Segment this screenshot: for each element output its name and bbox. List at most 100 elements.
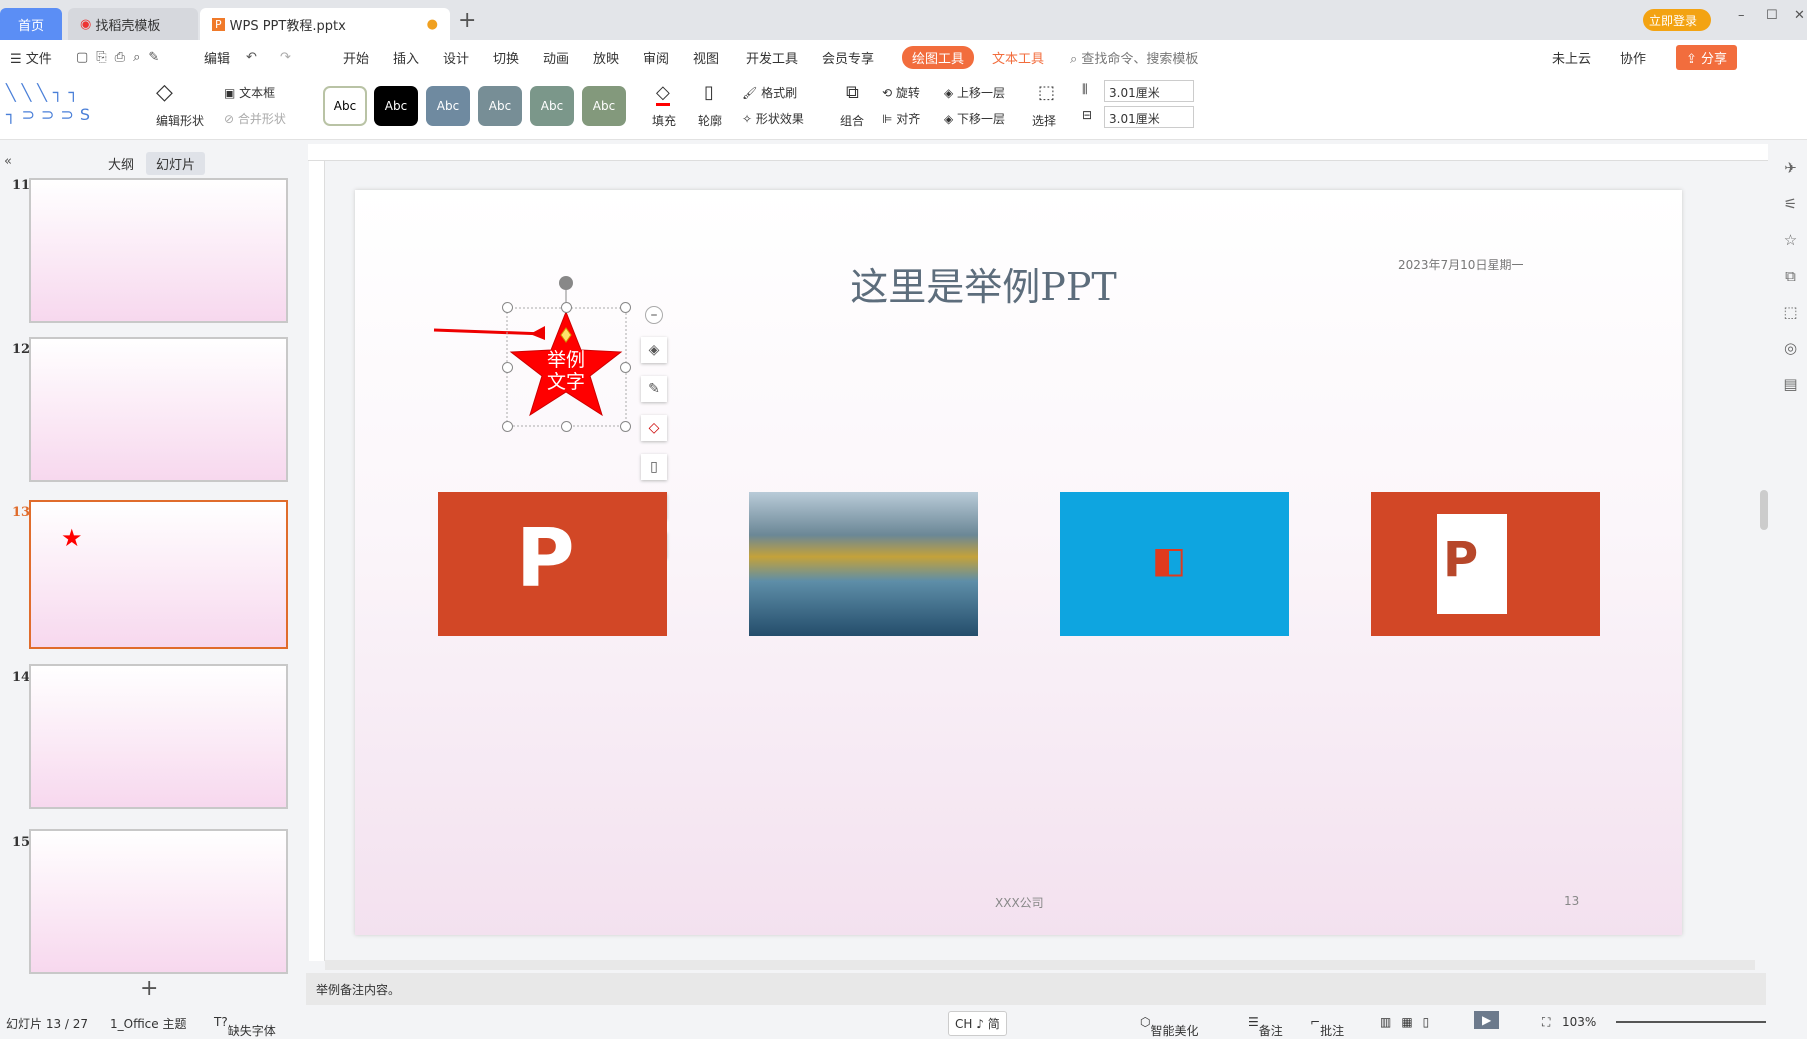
star-text-line1[interactable]: 举例 xyxy=(547,349,585,371)
shape-style-4[interactable]: Abc xyxy=(478,86,522,126)
shape-style-5[interactable]: Abc xyxy=(530,86,574,126)
align-button[interactable]: ⊫ 对齐 xyxy=(882,110,920,127)
image-powerpoint[interactable]: P xyxy=(1371,492,1600,636)
merge-shape-button[interactable]: ⊘ 合并形状 xyxy=(224,110,286,127)
resize-handle[interactable] xyxy=(620,421,631,432)
menu-start[interactable]: 开始 xyxy=(343,48,369,67)
slide-company[interactable]: XXX公司 xyxy=(995,894,1044,911)
menu-transition[interactable]: 切换 xyxy=(493,48,519,67)
resize-handle[interactable] xyxy=(620,302,631,313)
slide-thumbnail-14[interactable] xyxy=(29,664,288,809)
resize-handle[interactable] xyxy=(502,362,513,373)
tab-text-tools[interactable]: 文本工具 xyxy=(992,48,1044,67)
zoom-slider[interactable] xyxy=(1616,1021,1766,1023)
image-ppt-sketch[interactable]: P xyxy=(438,492,667,636)
resize-handle[interactable] xyxy=(502,302,513,313)
tab-slides[interactable]: 幻灯片 xyxy=(146,152,206,175)
format-painter-button[interactable]: 🖌 格式刷 xyxy=(742,84,797,101)
rotate-handle[interactable] xyxy=(559,276,573,290)
line-shapes-gallery[interactable]: ╲╲╲┐┐ ┐⊃⊃⊃S xyxy=(6,82,142,130)
redo-icon[interactable]: ↷ xyxy=(280,50,291,65)
cloud-status[interactable]: 未上云 xyxy=(1552,48,1591,67)
star-text-line2[interactable]: 文字 xyxy=(547,371,585,393)
play-slideshow-button[interactable]: ▶ xyxy=(1474,1011,1500,1029)
layers-icon[interactable]: ◈ xyxy=(641,337,667,363)
menu-developer[interactable]: 开发工具 xyxy=(746,48,798,67)
missing-font-button[interactable]: T? 缺失字体 xyxy=(214,1015,276,1038)
slide-thumbnail-12[interactable] xyxy=(29,337,288,482)
slide-thumbnail-13[interactable]: ★ xyxy=(29,500,288,649)
slide-thumbnail-11[interactable] xyxy=(29,178,288,323)
resize-handle[interactable] xyxy=(620,362,631,373)
zoom-level[interactable]: 103% xyxy=(1562,1015,1596,1029)
shape-style-6[interactable]: Abc xyxy=(582,86,626,126)
theme-name[interactable]: 1_Office 主题 xyxy=(110,1015,186,1032)
collapse-toolbar-icon[interactable]: – xyxy=(645,306,663,324)
fill-button[interactable]: 填充 xyxy=(652,112,676,129)
star-shape-selection[interactable]: 举例 文字 xyxy=(430,270,640,435)
tab-template[interactable]: ◉ 找稻壳模板 xyxy=(68,8,198,40)
resize-handle[interactable] xyxy=(561,302,572,313)
shape-effect-button[interactable]: ✧ 形状效果 xyxy=(742,110,804,127)
height-input[interactable]: 3.01厘米 xyxy=(1104,80,1194,102)
pen-icon[interactable]: ✎ xyxy=(641,376,667,402)
right-toolbar[interactable]: ✈ ⚟ ☆ ⧉ ⬚ ◎ ▤ xyxy=(1774,150,1807,410)
outline-icon[interactable]: ▯ xyxy=(641,454,667,480)
shape-style-1[interactable]: Abc xyxy=(323,86,367,126)
bring-forward-button[interactable]: ◈ 上移一层 xyxy=(944,84,1005,101)
search-command[interactable]: ⌕ 查找命令、搜索模板 xyxy=(1070,48,1198,67)
view-mode-buttons[interactable]: ▥▦▯ xyxy=(1380,1015,1439,1029)
width-input[interactable]: 3.01厘米 xyxy=(1104,106,1194,128)
close-button[interactable]: ✕ xyxy=(1794,8,1805,23)
textbox-button[interactable]: ▣ 文本框 xyxy=(224,84,275,101)
share-button[interactable]: ⇪ 分享 xyxy=(1676,44,1738,70)
ime-indicator[interactable]: CH ♪ 简 xyxy=(948,1011,1007,1036)
menu-member[interactable]: 会员专享 xyxy=(822,48,874,67)
tab-home[interactable]: 首页 xyxy=(0,8,62,40)
maximize-button[interactable]: ☐ xyxy=(1766,8,1778,23)
select-button[interactable]: 选择 xyxy=(1032,112,1056,129)
send-backward-button[interactable]: ◈ 下移一层 xyxy=(944,110,1005,127)
tab-drawing-tools[interactable]: 绘图工具 xyxy=(902,45,975,69)
comment-button[interactable]: ⌐ 批注 xyxy=(1310,1015,1344,1038)
collab-button[interactable]: 协作 xyxy=(1620,48,1646,67)
shape-style-3[interactable]: Abc xyxy=(426,86,470,126)
menu-insert[interactable]: 插入 xyxy=(393,48,419,67)
edit-menu[interactable]: 编辑 xyxy=(204,48,230,67)
quick-access-icons[interactable]: ▢⎘⎙⌕✎ xyxy=(76,50,167,65)
tab-document[interactable]: P WPS PPT教程.pptx ● xyxy=(200,8,450,40)
menu-view[interactable]: 视图 xyxy=(693,48,719,67)
horizontal-scrollbar[interactable] xyxy=(325,960,1755,970)
menu-review[interactable]: 审阅 xyxy=(643,48,669,67)
image-lake[interactable] xyxy=(749,492,978,636)
outline-button[interactable]: 轮廓 xyxy=(698,112,722,129)
notes-button[interactable]: ☰ 备注 xyxy=(1248,1015,1283,1038)
notes-pane[interactable]: 举例备注内容。 xyxy=(306,973,1766,1005)
rotate-button[interactable]: ⟲ 旋转 xyxy=(882,84,920,101)
beautify-button[interactable]: ⬡ 智能美化 xyxy=(1140,1015,1199,1038)
group-button[interactable]: 组合 xyxy=(840,112,864,129)
minimize-button[interactable]: – xyxy=(1738,8,1745,23)
edit-shape-button[interactable]: 编辑形状 xyxy=(156,112,204,129)
resize-handle[interactable] xyxy=(502,421,513,432)
tab-outline[interactable]: 大纲 xyxy=(108,154,134,173)
shape-style-2[interactable]: Abc xyxy=(374,86,418,126)
fit-window-icon[interactable]: ⛶ xyxy=(1542,1015,1550,1030)
file-menu[interactable]: ☰ 文件 xyxy=(10,48,52,67)
menu-animation[interactable]: 动画 xyxy=(543,48,569,67)
menu-design[interactable]: 设计 xyxy=(443,48,469,67)
collapse-panel-icon[interactable]: « xyxy=(4,154,12,169)
horizontal-ruler[interactable] xyxy=(308,144,1768,161)
image-office[interactable]: ◧ xyxy=(1060,492,1289,636)
new-tab-button[interactable]: + xyxy=(458,8,476,33)
resize-handle[interactable] xyxy=(561,421,572,432)
add-slide-button[interactable]: + xyxy=(140,976,158,1001)
fill-color-icon[interactable]: ◇ xyxy=(641,415,667,441)
vertical-ruler[interactable] xyxy=(309,161,325,961)
login-button[interactable]: 立即登录 xyxy=(1643,9,1711,31)
slide-date[interactable]: 2023年7月10日星期一 xyxy=(1398,256,1523,273)
slide-thumbnail-15[interactable] xyxy=(29,829,288,974)
undo-icon[interactable]: ↶ xyxy=(246,50,257,65)
vertical-scrollbar[interactable] xyxy=(1760,490,1768,530)
menu-slideshow[interactable]: 放映 xyxy=(593,48,619,67)
